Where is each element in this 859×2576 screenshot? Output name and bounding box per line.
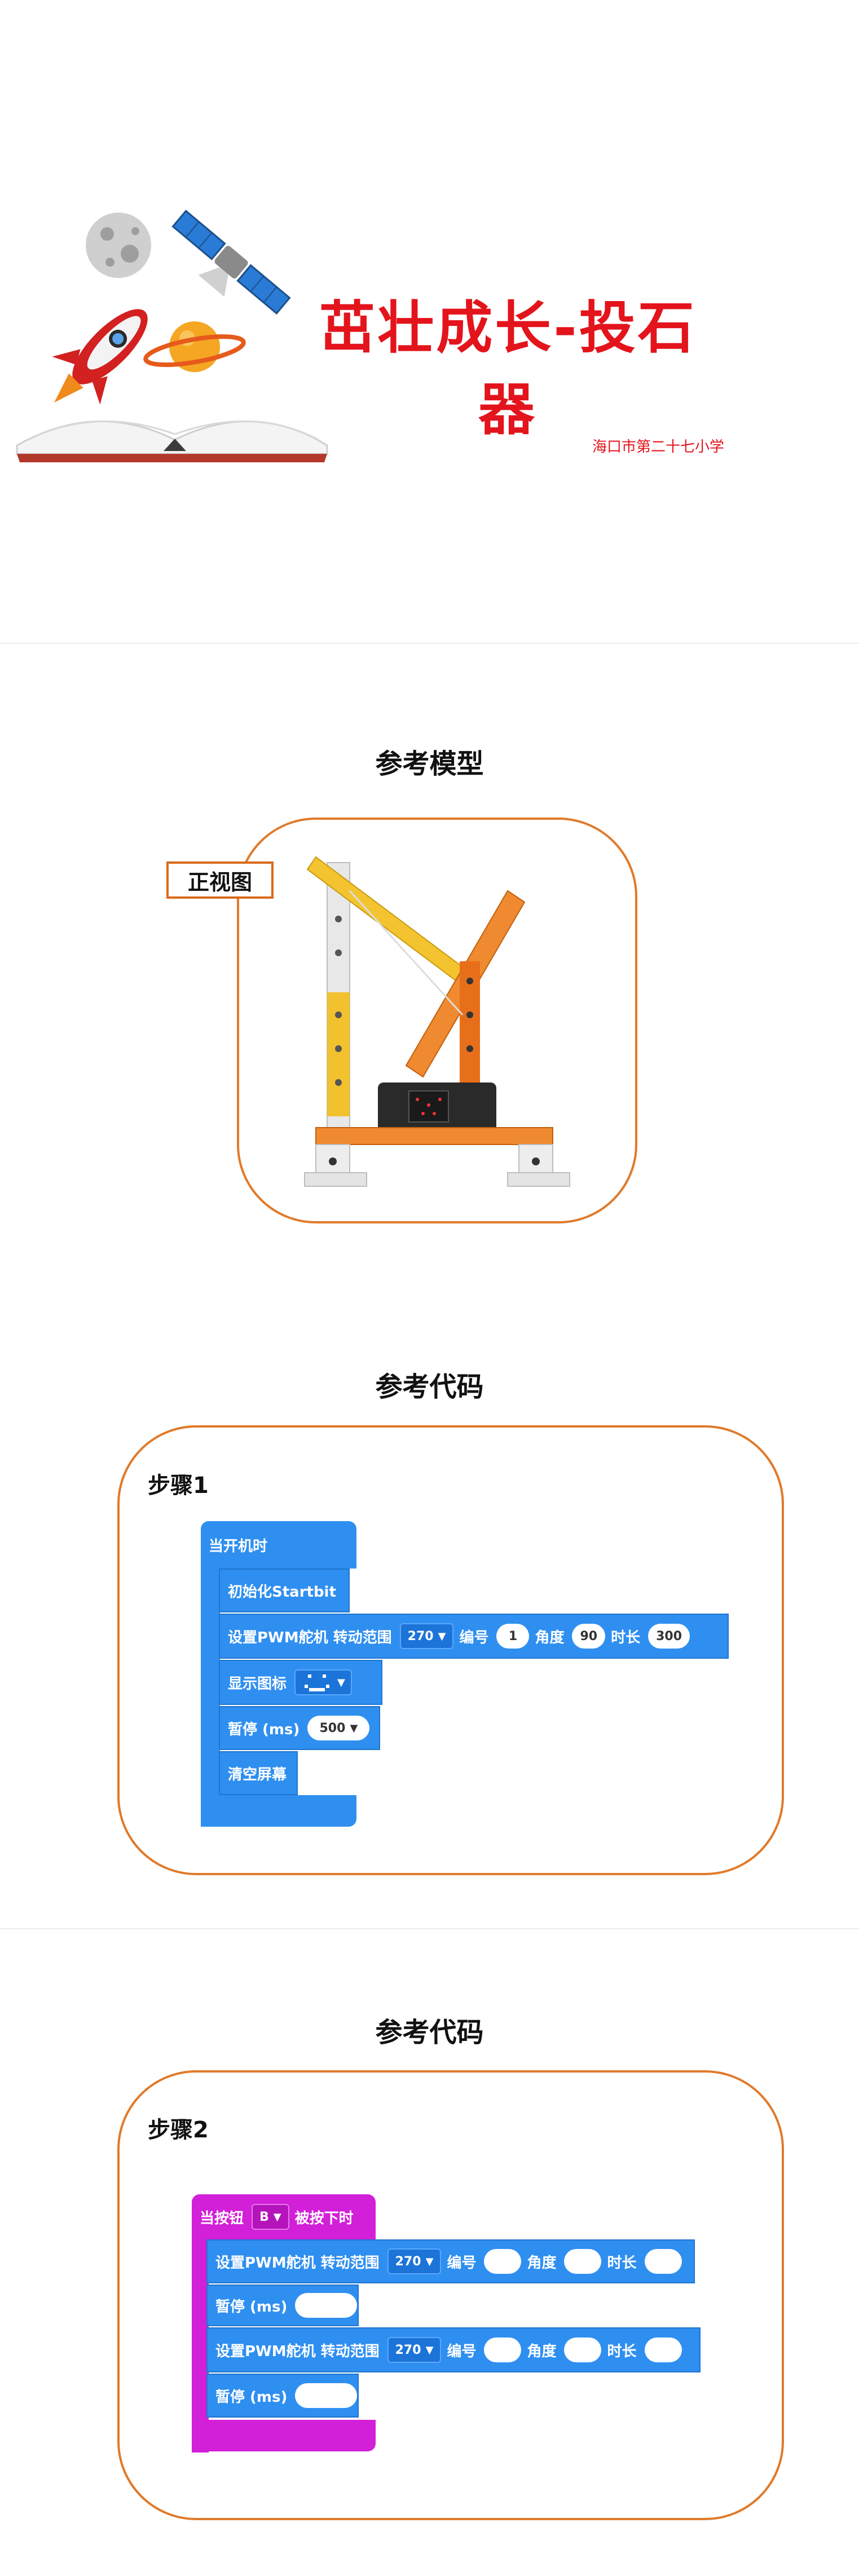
icon-picker-dropdown[interactable]: ▼: [294, 1669, 352, 1695]
button-select-dropdown[interactable]: B ▼: [252, 2204, 289, 2230]
catapult-model-image: [304, 856, 570, 1187]
pressed-label: 被按下时: [294, 2210, 354, 2227]
servo-num-label: 编号: [447, 2254, 477, 2272]
servo-num-label: 编号: [447, 2343, 477, 2360]
pause-label: 暂停 (ms): [215, 2298, 288, 2316]
step-1-label: 步骤1: [148, 1473, 209, 1499]
microbit-board: [378, 1082, 496, 1133]
servo-duration-input[interactable]: [644, 2249, 682, 2274]
slide-divider: [0, 643, 859, 644]
servo-angle-input[interactable]: [564, 2338, 602, 2362]
servo-num-label: 编号: [459, 1629, 489, 1646]
code-section-1-title: 参考代码: [375, 1371, 484, 1403]
caret-down-icon: ▼: [425, 2255, 434, 2268]
servo-range-dropdown[interactable]: 270 ▼: [399, 1623, 454, 1649]
pause-block[interactable]: 暂停 (ms) 500 ▼: [219, 1706, 380, 1750]
clear-screen-label: 清空屏幕: [228, 1766, 287, 1783]
servo-duration-input[interactable]: 300: [648, 1624, 690, 1649]
planet-icon: [143, 321, 246, 372]
servo-num-input[interactable]: [484, 2249, 522, 2274]
set-servo-label: 设置PWM舵机 转动范围: [215, 2343, 380, 2360]
on-button-label: 当按钮: [200, 2210, 244, 2227]
moon-icon: [86, 213, 151, 278]
on-start-block[interactable]: 当开机时: [201, 1521, 356, 1568]
servo-num-input[interactable]: [484, 2338, 522, 2362]
pause-block-2[interactable]: 暂停 (ms): [206, 2374, 359, 2418]
servo-num-input[interactable]: 1: [496, 1624, 530, 1649]
servo-range-dropdown[interactable]: 270 ▼: [387, 2337, 442, 2363]
on-button-pressed-block[interactable]: 当按钮 B ▼ 被按下时: [192, 2194, 376, 2239]
show-icon-block[interactable]: 显示图标 ▼: [219, 1660, 382, 1705]
caret-down-icon: ▼: [438, 1630, 446, 1642]
clear-screen-block[interactable]: 清空屏幕: [219, 1751, 298, 1795]
on-start-footer: [201, 1795, 356, 1827]
base-frame: [304, 1127, 570, 1187]
caret-down-icon: ▼: [350, 1722, 358, 1734]
caret-down-icon: ▼: [337, 1676, 345, 1689]
pause-value-input[interactable]: [295, 2383, 358, 2408]
show-icon-label: 显示图标: [228, 1675, 287, 1693]
pause-label: 暂停 (ms): [215, 2388, 288, 2406]
servo-duration-label: 时长: [607, 2254, 637, 2272]
servo-duration-label: 时长: [607, 2343, 637, 2360]
servo-angle-label: 角度: [535, 1629, 565, 1646]
model-section-title: 参考模型: [375, 748, 484, 780]
left-tower: [327, 862, 350, 1128]
set-servo-block-2[interactable]: 设置PWM舵机 转动范围 270 ▼ 编号 角度 时长: [206, 2327, 701, 2372]
step-2-label: 步骤2: [148, 2117, 209, 2143]
on-start-spine: [201, 1567, 220, 1827]
set-servo-label: 设置PWM舵机 转动范围: [215, 2254, 380, 2272]
init-startbit-label: 初始化Startbit: [228, 1583, 336, 1601]
code-section-2-title: 参考代码: [375, 2017, 484, 2048]
pause-value-input[interactable]: 500 ▼: [307, 1716, 370, 1740]
front-view-label: 正视图: [166, 861, 274, 899]
on-start-label: 当开机时: [209, 1537, 268, 1555]
pause-label: 暂停 (ms): [228, 1721, 300, 1738]
cover-title: 茁壮成长-投石器: [319, 295, 697, 443]
satellite-icon: [171, 209, 291, 315]
smiley-icon: [301, 1671, 333, 1694]
servo-angle-input[interactable]: 90: [572, 1624, 606, 1649]
open-book-icon: [16, 420, 328, 462]
servo-duration-input[interactable]: [644, 2338, 682, 2362]
caret-down-icon: ▼: [425, 2344, 434, 2356]
servo-angle-input[interactable]: [564, 2249, 602, 2274]
on-button-footer: [192, 2420, 376, 2451]
servo-duration-label: 时长: [611, 1629, 641, 1646]
school-name: 海口市第二十七小学: [592, 439, 725, 456]
set-servo-block-1[interactable]: 设置PWM舵机 转动范围 270 ▼ 编号 角度 时长: [206, 2239, 695, 2283]
servo-angle-label: 角度: [527, 2343, 557, 2360]
pause-block-1[interactable]: 暂停 (ms): [206, 2285, 359, 2326]
set-servo-label: 设置PWM舵机 转动范围: [228, 1629, 392, 1646]
servo-range-dropdown[interactable]: 270 ▼: [387, 2248, 442, 2274]
servo-angle-label: 角度: [527, 2254, 557, 2272]
slide-divider: [0, 1928, 859, 1929]
pause-value-input[interactable]: [295, 2293, 358, 2318]
caret-down-icon: ▼: [273, 2211, 281, 2223]
init-startbit-block[interactable]: 初始化Startbit: [219, 1568, 350, 1612]
throwing-arm: [405, 890, 526, 1102]
cover-illustration: [16, 209, 328, 462]
set-servo-block[interactable]: 设置PWM舵机 转动范围 270 ▼ 编号 1 角度 90 时长 300: [219, 1614, 729, 1659]
